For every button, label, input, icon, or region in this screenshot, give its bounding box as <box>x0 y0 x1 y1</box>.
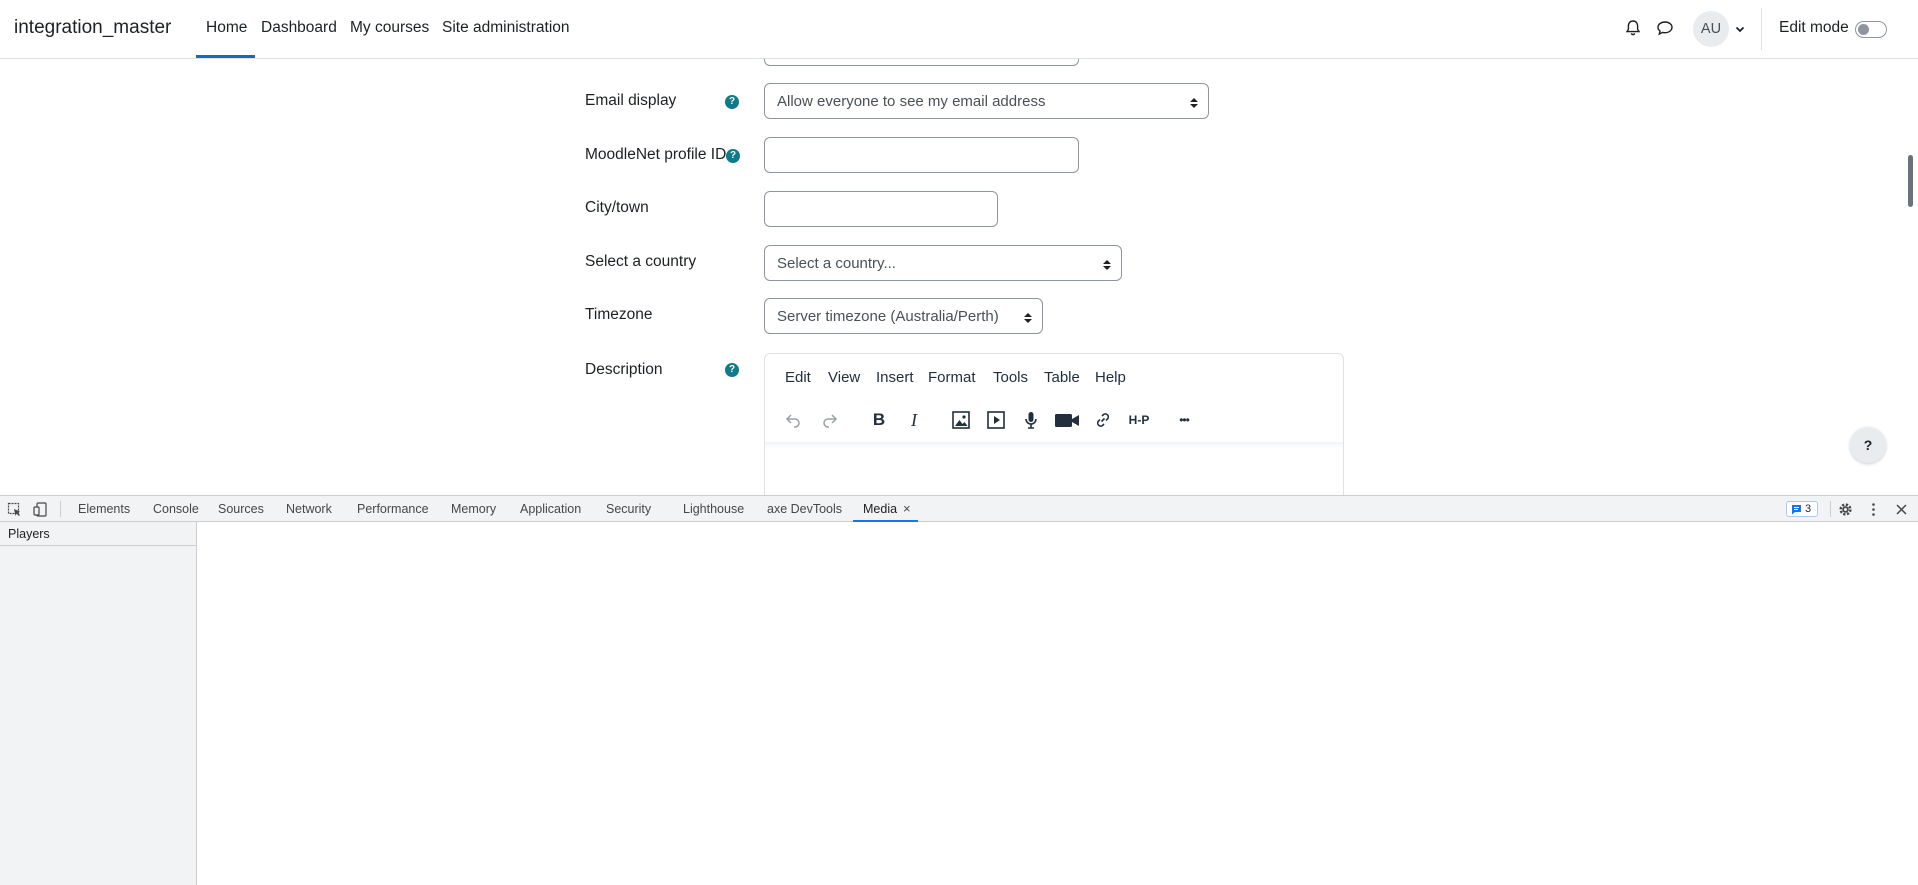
moodlenet-label: MoodleNet profile ID <box>585 146 727 163</box>
toolbar-shadow <box>765 442 1343 448</box>
editor-menu-view[interactable]: View <box>828 369 860 386</box>
tab-network[interactable]: Network <box>286 502 332 516</box>
chevron-down-icon[interactable] <box>1734 22 1746 34</box>
help-icon[interactable]: ? <box>725 95 739 109</box>
moodlenet-input[interactable] <box>764 137 1079 173</box>
tab-performance[interactable]: Performance <box>357 502 429 516</box>
help-icon[interactable]: ? <box>725 363 739 377</box>
link-icon[interactable] <box>1090 407 1116 433</box>
editor-menu-insert[interactable]: Insert <box>876 369 914 386</box>
message-icon <box>1792 505 1801 515</box>
chat-icon[interactable] <box>1655 18 1675 38</box>
edit-mode-toggle[interactable] <box>1855 21 1887 38</box>
country-value: Select a country... <box>777 255 896 272</box>
devtools-divider <box>1830 501 1831 517</box>
page-scrollbar[interactable] <box>1908 155 1913 207</box>
editor-menu-format[interactable]: Format <box>928 369 976 386</box>
editor-menu-help[interactable]: Help <box>1095 369 1126 386</box>
nav-site-administration[interactable]: Site administration <box>442 19 570 37</box>
nav-home[interactable]: Home <box>195 19 256 58</box>
editor-menu-tools[interactable]: Tools <box>993 369 1028 386</box>
devtools-divider <box>60 501 61 517</box>
redo-icon[interactable] <box>817 407 843 433</box>
tab-media[interactable]: Media <box>863 502 897 516</box>
media-icon[interactable] <box>983 407 1009 433</box>
close-tab-icon[interactable]: × <box>903 501 911 516</box>
moodle-page: integration_master Home Dashboard My cou… <box>0 0 1918 495</box>
tab-lighthouse[interactable]: Lighthouse <box>683 502 744 516</box>
players-header: Players <box>0 522 196 546</box>
description-editor[interactable]: Edit View Insert Format Tools Table Help… <box>764 353 1344 495</box>
navbar-divider <box>1761 8 1762 50</box>
issues-badge[interactable]: 3 <box>1786 501 1818 517</box>
devtools-panel: Elements Console Sources Network Perform… <box>0 495 1918 885</box>
bell-icon[interactable] <box>1623 18 1643 38</box>
email-display-value: Allow everyone to see my email address <box>777 93 1046 110</box>
nav-dashboard[interactable]: Dashboard <box>261 19 337 37</box>
country-label: Select a country <box>585 253 697 270</box>
floating-help-button[interactable]: ? <box>1850 427 1886 463</box>
timezone-label: Timezone <box>585 306 653 323</box>
email-display-select[interactable]: Allow everyone to see my email address <box>764 83 1209 119</box>
editor-menu-table[interactable]: Table <box>1044 369 1080 386</box>
nav-my-courses[interactable]: My courses <box>350 19 429 37</box>
tab-axe-devtools[interactable]: axe DevTools <box>767 502 842 516</box>
tab-security[interactable]: Security <box>606 502 651 516</box>
top-navbar: integration_master Home Dashboard My cou… <box>0 0 1918 59</box>
close-devtools-icon[interactable] <box>1894 502 1909 517</box>
help-icon[interactable]: ? <box>726 149 740 163</box>
devtools-tabbar: Elements Console Sources Network Perform… <box>0 495 1918 522</box>
issues-count: 3 <box>1805 503 1812 515</box>
players-sidebar: Players <box>0 522 197 885</box>
more-icon[interactable]: ••• <box>1171 407 1197 433</box>
device-toolbar-icon[interactable] <box>33 502 48 517</box>
site-brand[interactable]: integration_master <box>14 17 171 39</box>
microphone-icon[interactable] <box>1018 407 1044 433</box>
bold-icon[interactable]: B <box>866 407 892 433</box>
tab-memory[interactable]: Memory <box>451 502 496 516</box>
description-label: Description <box>585 361 663 378</box>
tab-elements[interactable]: Elements <box>78 502 130 516</box>
inspect-element-icon[interactable] <box>7 502 22 517</box>
media-main-pane <box>197 522 1918 885</box>
tab-application[interactable]: Application <box>520 502 581 516</box>
h5p-icon[interactable]: H-P <box>1124 407 1154 433</box>
edit-mode-label: Edit mode <box>1779 19 1849 36</box>
image-icon[interactable] <box>948 407 974 433</box>
email-display-label: Email display <box>585 92 677 109</box>
undo-icon[interactable] <box>780 407 806 433</box>
tab-console[interactable]: Console <box>153 502 199 516</box>
select-arrow-icon <box>1190 96 1198 108</box>
more-options-icon[interactable] <box>1866 502 1881 517</box>
select-arrow-icon <box>1103 258 1111 270</box>
video-camera-icon[interactable] <box>1052 407 1082 433</box>
select-arrow-icon <box>1024 311 1032 323</box>
tab-sources[interactable]: Sources <box>218 502 264 516</box>
editor-menu-edit[interactable]: Edit <box>785 369 811 386</box>
italic-icon[interactable]: I <box>901 407 927 433</box>
players-title: Players <box>8 527 50 541</box>
timezone-value: Server timezone (Australia/Perth) <box>777 308 999 325</box>
city-label: City/town <box>585 199 649 216</box>
country-select[interactable]: Select a country... <box>764 245 1122 281</box>
avatar[interactable]: AU <box>1693 11 1729 47</box>
city-input[interactable] <box>764 191 998 227</box>
timezone-select[interactable]: Server timezone (Australia/Perth) <box>764 298 1043 334</box>
settings-gear-icon[interactable] <box>1838 502 1853 517</box>
